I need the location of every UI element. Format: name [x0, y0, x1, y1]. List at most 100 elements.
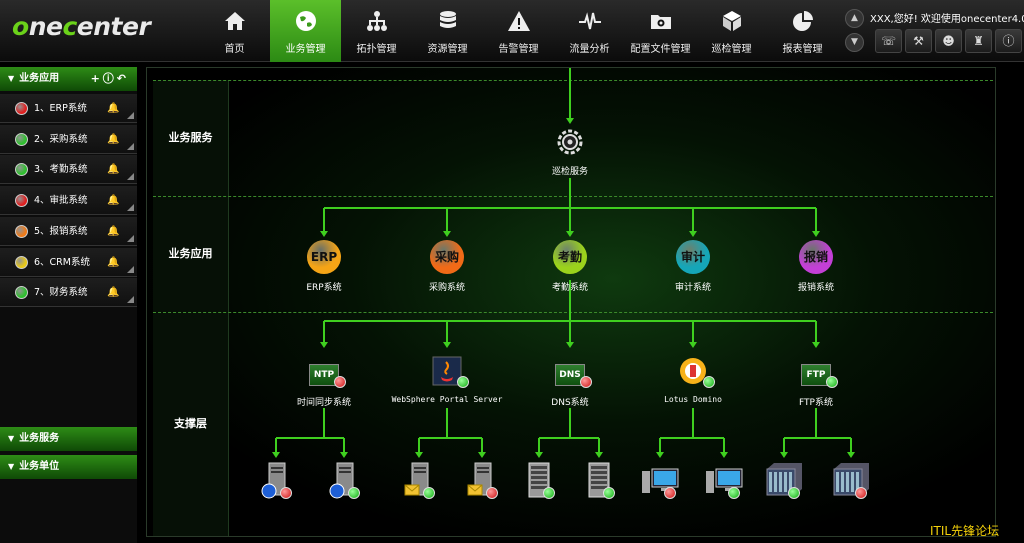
service-badge: NTP	[313, 370, 335, 380]
bell-icon[interactable]: 🔔	[107, 217, 119, 246]
arrow-head	[656, 452, 664, 458]
service-label: 时间同步系统	[296, 398, 352, 408]
shirt-icon: ♜	[973, 34, 984, 48]
nav-label: 报表管理	[782, 44, 823, 55]
app-node-2[interactable]: 考勤	[553, 240, 587, 274]
gear-icon[interactable]	[554, 126, 586, 158]
user-icon: ☻	[942, 34, 955, 48]
corner-icon	[127, 234, 134, 242]
nav-item-4[interactable]: 告警管理	[483, 0, 554, 62]
status-dot	[15, 224, 28, 238]
bell-icon[interactable]: 🔔	[107, 248, 119, 277]
info-button[interactable]: ⓘ	[995, 29, 1022, 53]
nav-item-6[interactable]: 配置文件管理	[625, 0, 696, 62]
arrow-head	[566, 342, 574, 348]
corner-icon	[127, 265, 134, 273]
bell-icon[interactable]: 🔔	[107, 94, 119, 123]
sidebar-item-label: 1、ERP系统	[34, 103, 87, 114]
arrow-head	[720, 452, 728, 458]
nav-item-8[interactable]: 报表管理	[767, 0, 838, 62]
status-dot	[348, 487, 360, 499]
sidebar-section-units[interactable]: ▼ 业务单位	[0, 455, 137, 479]
arrow-head	[535, 452, 543, 458]
bell-icon[interactable]: 🔔	[107, 155, 119, 184]
status-dot	[826, 376, 838, 388]
nav-item-5[interactable]: 流量分析	[554, 0, 625, 62]
topology-icon	[365, 9, 389, 33]
arrow-head	[478, 452, 486, 458]
section-title: 业务服务	[19, 433, 60, 444]
add-icon[interactable]: +	[91, 72, 103, 85]
sidebar-item[interactable]: 3、考勤系统 🔔	[0, 155, 137, 185]
sidebar-item-label: 7、财务系统	[34, 287, 88, 299]
arrow-head	[812, 342, 820, 348]
nav-label: 告警管理	[498, 44, 539, 55]
bell-icon[interactable]: 🔔	[107, 125, 119, 154]
app-badge: ERP	[310, 250, 338, 264]
status-dot	[15, 132, 28, 146]
service-badge: DNS	[559, 370, 581, 380]
app-node-4[interactable]: 报销	[799, 240, 833, 274]
service-badge: FTP	[806, 370, 826, 380]
arrow-head	[272, 452, 280, 458]
main-nav: 首页 业务管理 拓扑管理 资源管理 告警管理 流量分析 配置文件管理 巡检管理 报表管理	[199, 0, 838, 62]
pie-chart-icon	[791, 9, 815, 33]
header-right: ▲ ▼ XXX,您好! 欢迎使用onecenter4.0系 ☏ ⚒ ☻ ♜ ⓘ	[845, 6, 1024, 58]
nav-item-0[interactable]: 首页	[199, 0, 270, 62]
sidebar-item[interactable]: 4、审批系统 🔔	[0, 186, 137, 216]
status-dot	[423, 487, 435, 499]
section-title: 业务单位	[19, 461, 60, 472]
nav-label: 拓扑管理	[356, 44, 397, 55]
corner-icon	[127, 204, 134, 212]
caret-down-icon: ▼	[8, 74, 15, 83]
app-node-3[interactable]: 审计	[676, 240, 710, 274]
bell-icon[interactable]: 🔔	[107, 186, 119, 215]
nav-item-2[interactable]: 拓扑管理	[341, 0, 412, 62]
info-icon[interactable]: ⓘ	[103, 72, 117, 85]
nav-item-3[interactable]: 资源管理	[412, 0, 483, 62]
app-badge: 采购	[434, 250, 459, 264]
sidebar-item[interactable]: 5、报销系统 🔔	[0, 216, 137, 246]
home-icon	[223, 9, 247, 33]
sidebar-item-label: 2、采购系统	[34, 133, 88, 145]
nav-label: 巡检管理	[711, 44, 752, 55]
status-dot	[334, 376, 346, 388]
status-dot	[15, 194, 28, 208]
scroll-up-button[interactable]: ▲	[845, 9, 864, 28]
sidebar-item[interactable]: 2、采购系统 🔔	[0, 124, 137, 154]
arrow-head	[566, 118, 574, 124]
status-dot	[15, 102, 28, 115]
scroll-down-button[interactable]: ▼	[845, 33, 864, 52]
app-root: onecenter 首页 业务管理 拓扑管理 资源管理 告警管理 流量分析 配置文件管理 巡检…	[0, 0, 1024, 543]
phone-button[interactable]: ☏	[875, 29, 902, 53]
sidebar-item[interactable]: 1、ERP系统 🔔	[0, 94, 137, 123]
app-label: 采购系统	[428, 283, 466, 293]
sidebar-item[interactable]: 7、财务系统 🔔	[0, 278, 137, 308]
service-label: DNS系统	[551, 398, 589, 408]
user-button[interactable]: ☻	[935, 29, 962, 53]
top-header: onecenter 首页 业务管理 拓扑管理 资源管理 告警管理 流量分析 配置文件管理 巡检…	[0, 0, 1024, 62]
nav-item-7[interactable]: 巡检管理	[696, 0, 767, 62]
app-badge: 审计	[680, 250, 705, 264]
status-dot	[788, 487, 800, 499]
corner-icon	[127, 173, 134, 181]
service-label: WebSphere Portal Server	[391, 395, 503, 404]
corner-icon	[127, 112, 134, 119]
wrench-button[interactable]: ⚒	[905, 29, 932, 53]
nav-label: 配置文件管理	[630, 44, 691, 55]
nav-item-1[interactable]: 业务管理	[270, 0, 341, 62]
app-node-1[interactable]: 采购	[430, 240, 464, 274]
sidebar: ▼ 业务应用 +ⓘ↶ 1、ERP系统 🔔 2、采购系统 🔔 3、考勤系统 🔔 4、审批系统 🔔 5…	[0, 67, 137, 543]
status-dot	[728, 487, 740, 499]
shirt-button[interactable]: ♜	[965, 29, 992, 53]
sidebar-item[interactable]: 6、CRM系统 🔔	[0, 247, 137, 277]
arrow-head	[780, 452, 788, 458]
pulse-icon	[578, 9, 602, 33]
app-badge: 报销	[803, 250, 828, 264]
sidebar-section-apps[interactable]: ▼ 业务应用 +ⓘ↶	[0, 67, 137, 91]
back-icon[interactable]: ↶	[117, 72, 129, 85]
app-node-0[interactable]: ERP	[307, 240, 341, 274]
bell-icon[interactable]: 🔔	[107, 278, 119, 307]
app-label: 报销系统	[797, 283, 835, 293]
sidebar-section-services[interactable]: ▼ 业务服务	[0, 427, 137, 451]
